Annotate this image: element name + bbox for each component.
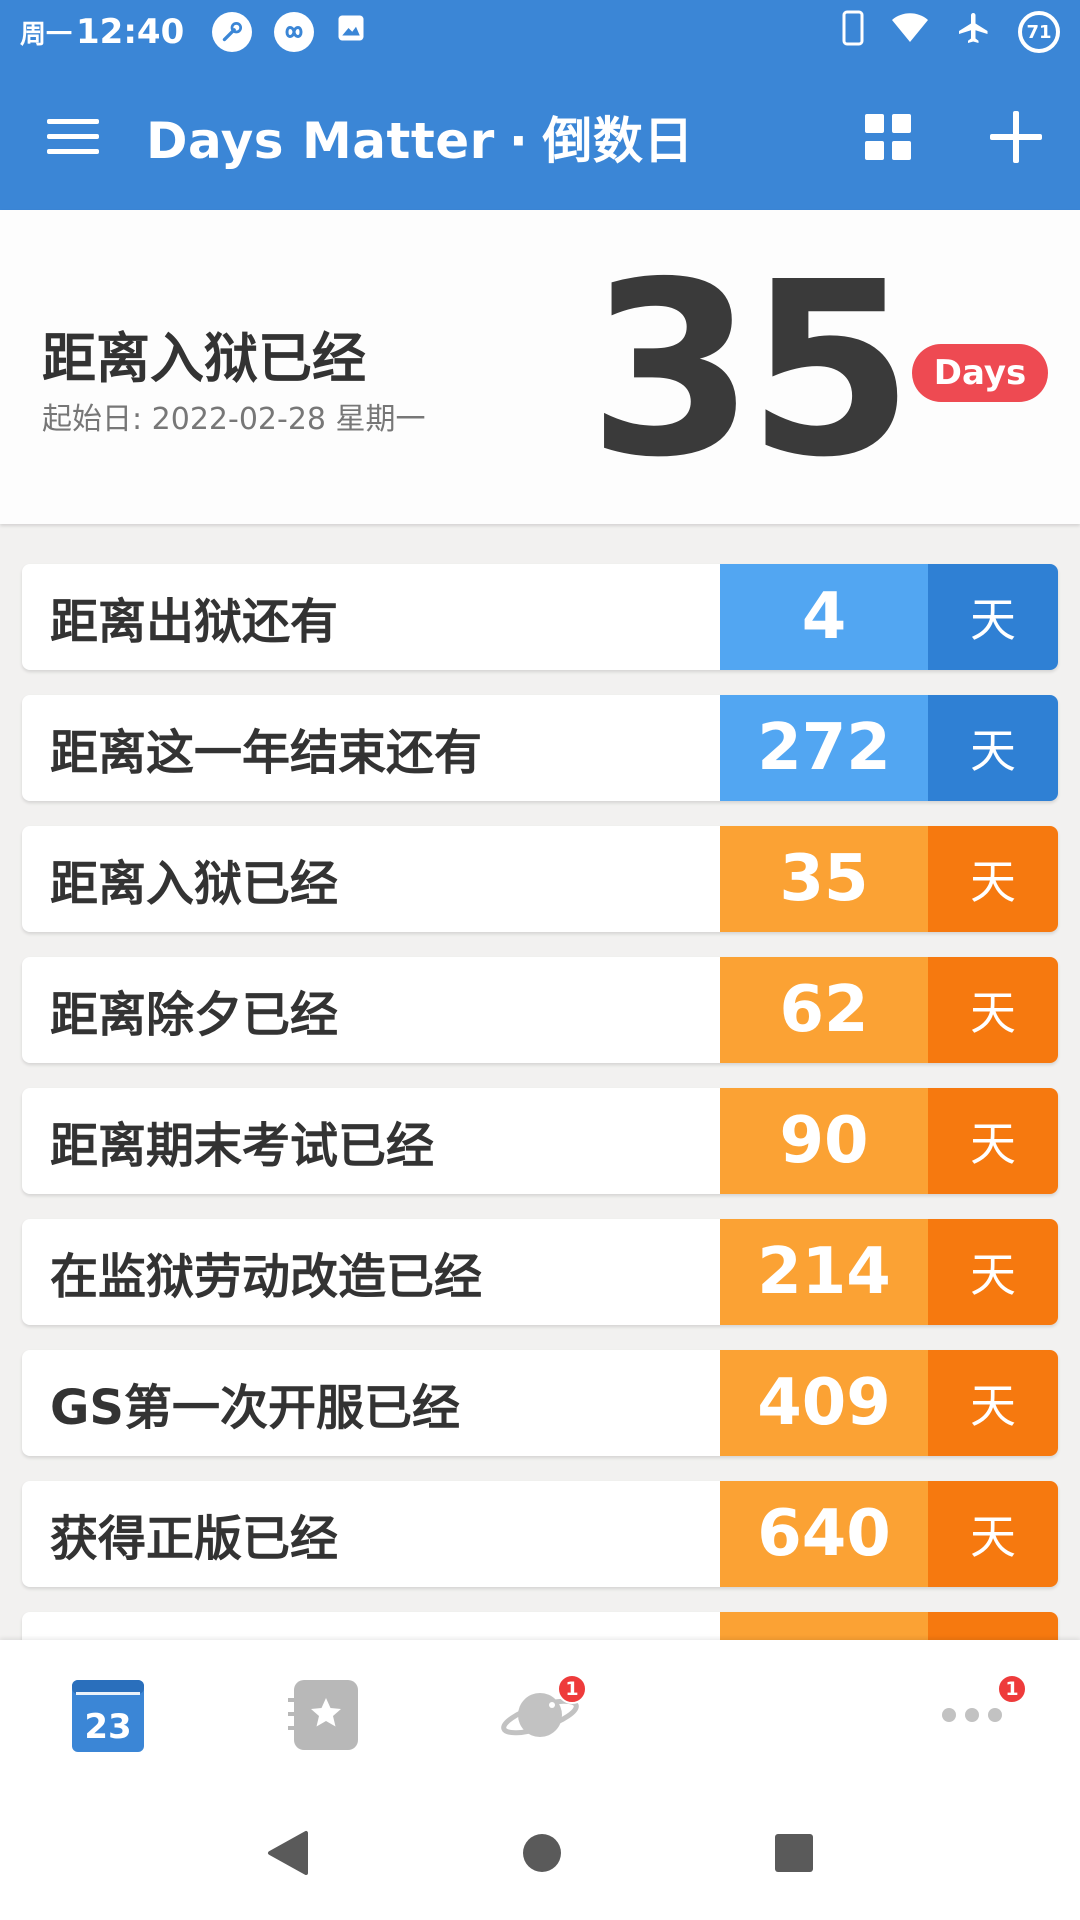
event-row[interactable]: 距离这一年结束还有 272 天	[22, 695, 1058, 801]
app-name: Days Matter	[146, 112, 495, 170]
event-row[interactable]: 距离入狱已经 35 天	[22, 826, 1058, 932]
event-label: 距离出狱还有	[50, 594, 339, 650]
nav-explore[interactable]: 1	[432, 1640, 648, 1790]
event-row[interactable]: 在监狱劳动改造已经 214 天	[22, 1219, 1058, 1325]
nav-favorites[interactable]	[216, 1640, 432, 1790]
status-notification-icons	[212, 12, 366, 52]
app-title: Days Matter · 倒数日	[146, 101, 694, 173]
event-unit: 天	[928, 957, 1058, 1063]
status-clock: 12:40	[76, 12, 185, 52]
more-icon	[942, 1708, 1002, 1722]
recents-square-icon	[775, 1834, 814, 1872]
airplane-icon	[956, 10, 992, 55]
featured-event-card[interactable]: 距离入狱已经 起始日: 2022-02-28 星期一 35 Days	[0, 210, 1080, 524]
plus-icon	[990, 111, 1042, 163]
bottom-navigation: 23 1 1	[0, 1640, 1080, 1790]
title-separator: ·	[508, 112, 529, 170]
wifi-icon	[890, 12, 930, 53]
more-badge: 1	[997, 1674, 1027, 1704]
hamburger-icon	[47, 119, 99, 154]
event-label: 距离期末考试已经	[50, 1118, 435, 1174]
days-badge: Days	[912, 344, 1048, 402]
infinity-icon	[274, 12, 315, 52]
status-time: 周一 12:40	[20, 12, 184, 52]
grid-view-button[interactable]	[824, 64, 952, 210]
app-subtitle: 倒数日	[542, 112, 694, 170]
recents-button[interactable]	[774, 1833, 814, 1877]
event-unit: 天	[928, 826, 1058, 932]
system-navigation-bar	[0, 1790, 1080, 1920]
event-unit: 天	[928, 1219, 1058, 1325]
event-label: GS第一次开服已经	[50, 1380, 460, 1436]
event-days: 214	[720, 1219, 928, 1325]
calendar-day: 23	[84, 1707, 131, 1747]
event-row[interactable]: 获得正版已经 640 天	[22, 1481, 1058, 1587]
phone-icon	[842, 10, 864, 55]
event-days: 640	[720, 1481, 928, 1587]
event-days: 35	[720, 826, 928, 932]
featured-event-title: 距离入狱已经	[42, 327, 366, 390]
nav-calendar[interactable]: 23	[0, 1640, 216, 1790]
image-icon	[336, 12, 366, 52]
event-row[interactable]: 距离除夕已经 62 天	[22, 957, 1058, 1063]
event-days: 90	[720, 1088, 928, 1194]
event-label: 在监狱劳动改造已经	[50, 1249, 483, 1305]
event-label: 距离入狱已经	[50, 856, 339, 912]
add-event-button[interactable]	[952, 64, 1080, 210]
event-row[interactable]: 距离出狱还有 4 天	[22, 564, 1058, 670]
home-circle-icon	[522, 1834, 561, 1872]
battery-indicator: 71	[1018, 11, 1060, 53]
screen: 周一 12:40 71 Days Matter · 倒数日 距离入狱已经 起始日…	[0, 0, 1080, 1920]
event-unit: 天	[928, 695, 1058, 801]
event-days: 4	[720, 564, 928, 670]
app-bar-actions	[824, 64, 1080, 210]
home-button[interactable]	[521, 1832, 563, 1878]
event-days: 409	[720, 1350, 928, 1456]
event-row[interactable]: 距离期末考试已经 90 天	[22, 1088, 1058, 1194]
featured-event-start-date: 起始日: 2022-02-28 星期一	[42, 402, 426, 437]
status-system-icons: 71	[842, 10, 1060, 55]
status-bar: 周一 12:40 71	[0, 0, 1080, 64]
app-bar: Days Matter · 倒数日	[0, 64, 1080, 210]
event-unit: 天	[928, 1481, 1058, 1587]
event-days: 62	[720, 957, 928, 1063]
wrench-icon	[212, 12, 253, 52]
event-label: 距离这一年结束还有	[50, 725, 483, 781]
event-unit: 天	[928, 1350, 1058, 1456]
event-unit: 天	[928, 564, 1058, 670]
nav-empty-slot	[648, 1640, 864, 1790]
grid-icon	[865, 114, 911, 160]
explore-badge: 1	[557, 1674, 587, 1704]
event-days: 272	[720, 695, 928, 801]
back-button[interactable]	[266, 1829, 310, 1881]
event-unit: 天	[928, 1088, 1058, 1194]
event-row[interactable]: GS第一次开服已经 409 天	[22, 1350, 1058, 1456]
featured-event-days: 35	[588, 230, 914, 510]
menu-button[interactable]	[0, 64, 146, 210]
calendar-icon: 23	[72, 1680, 144, 1752]
event-list: 距离出狱还有 4 天 距离这一年结束还有 272 天 距离入狱已经 35 天 距…	[22, 564, 1058, 1743]
event-label: 距离除夕已经	[50, 987, 339, 1043]
status-day: 周一	[20, 20, 73, 50]
nav-more[interactable]: 1	[864, 1640, 1080, 1790]
back-triangle-icon	[267, 1831, 308, 1875]
event-label: 获得正版已经	[50, 1511, 339, 1567]
starred-book-icon	[288, 1680, 358, 1750]
